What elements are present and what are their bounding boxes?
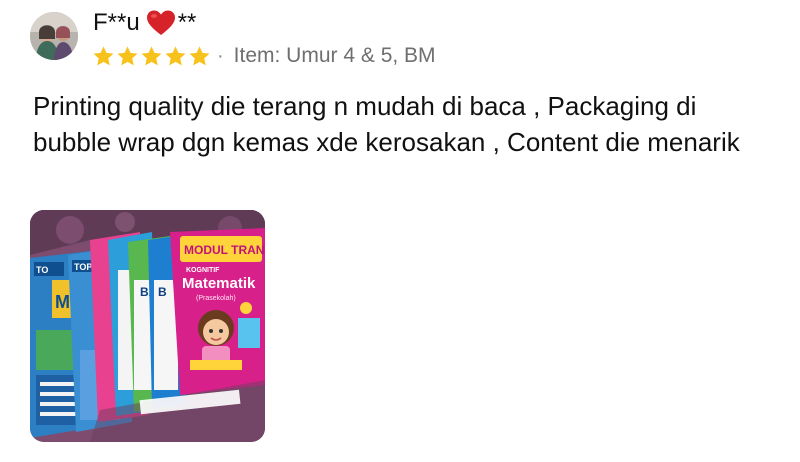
user-avatar[interactable] [30, 12, 78, 60]
review-text: Printing quality die terang n mudah di b… [33, 91, 740, 157]
left-book-label: TO [36, 265, 48, 275]
review-card: F**u ** · Item: Umur 4 & 5, BM Printing … [0, 0, 800, 462]
username: F**u ** [93, 8, 196, 38]
front-title: Matematik [182, 275, 256, 292]
meta-separator: · [217, 44, 224, 67]
star-icon [117, 45, 138, 65]
username-left: F**u [93, 9, 140, 36]
star-icon [189, 45, 210, 65]
front-subtitle: (Prasekolah) [196, 295, 236, 302]
spine-label-b: B [158, 285, 167, 299]
review-photo[interactable]: TO M TOP BA B MODUL TRAN KOGNITIF Matema… [30, 210, 265, 442]
item-variant-row: · Item: Umur 4 & 5, BM [217, 42, 436, 70]
username-right: ** [177, 9, 197, 36]
star-icon [93, 45, 114, 65]
second-book-label: TOP [74, 262, 92, 272]
product-photo-icon: TO M TOP BA B MODUL TRAN KOGNITIF Matema… [30, 210, 265, 442]
star-rating [92, 42, 212, 70]
heart-icon [146, 10, 175, 35]
star-icon [141, 45, 162, 65]
front-badge: KOGNITIF [186, 267, 220, 274]
item-variant: Item: Umur 4 & 5, BM [233, 44, 436, 67]
star-icon [165, 45, 186, 65]
left-book-letter: M [55, 292, 70, 312]
front-header: MODUL TRANSISI [184, 243, 265, 257]
